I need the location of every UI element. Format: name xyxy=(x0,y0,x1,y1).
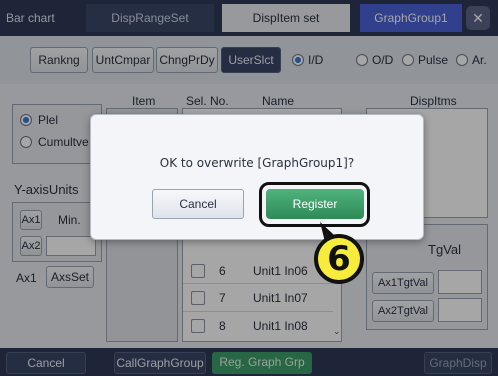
step-badge: 6 xyxy=(314,234,364,284)
dialog-message: OK to overwrite [GraphGroup1]? xyxy=(159,156,355,170)
dialog-cancel-button[interactable]: Cancel xyxy=(152,189,244,219)
confirm-dialog xyxy=(90,114,424,240)
